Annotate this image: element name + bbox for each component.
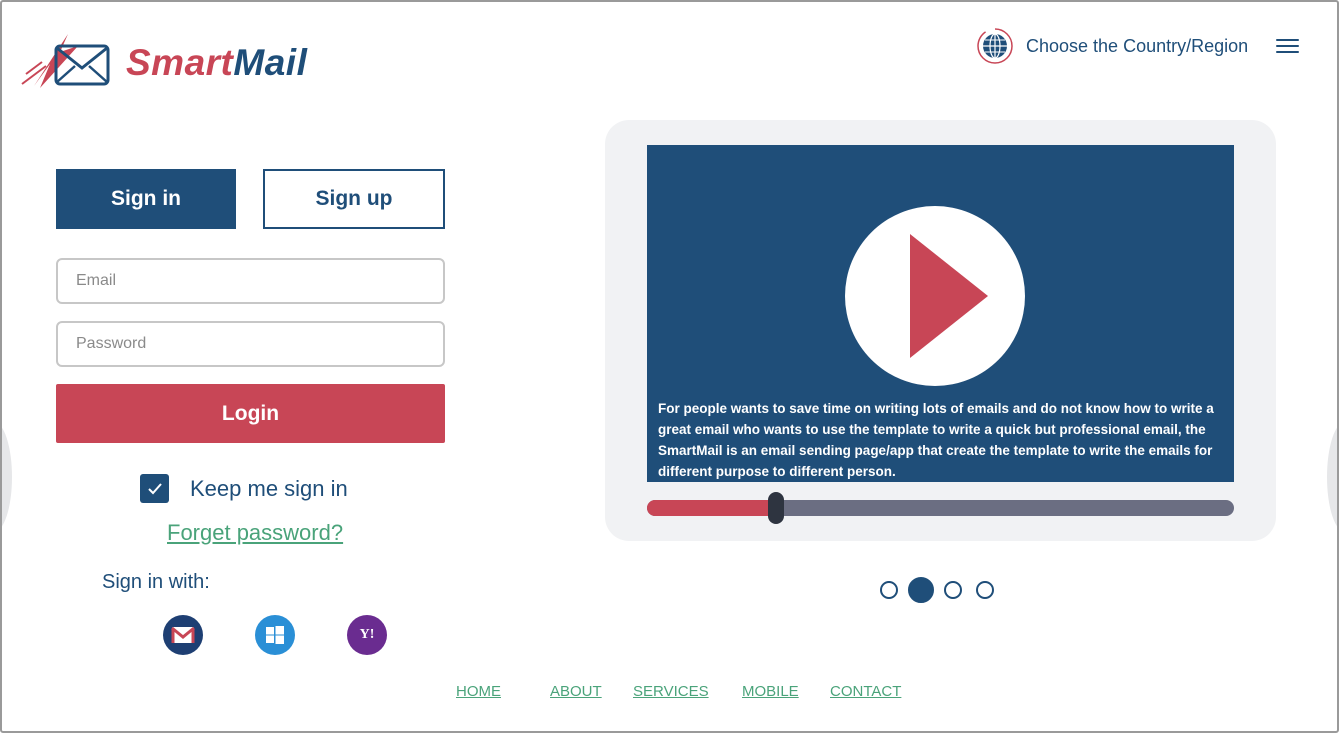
- yahoo-glyph: Y!: [359, 627, 375, 642]
- envelope-lightning-icon: [21, 34, 110, 88]
- globe-icon: [977, 28, 1013, 64]
- logo-text-smart: Smart: [126, 42, 234, 83]
- login-button[interactable]: Login: [56, 384, 445, 443]
- checkbox-checked-icon[interactable]: [140, 474, 169, 503]
- carousel-dot-4[interactable]: [976, 581, 994, 599]
- email-field[interactable]: [56, 258, 445, 304]
- sign-up-tab[interactable]: Sign up: [263, 169, 445, 229]
- sign-in-with-label: Sign in with:: [102, 571, 210, 593]
- logo-text-mail: Mail: [233, 42, 308, 83]
- footer-link-mobile[interactable]: MOBILE: [742, 683, 799, 700]
- windows-icon[interactable]: [255, 615, 295, 655]
- video-scrub-handle[interactable]: [768, 492, 785, 524]
- carousel-dot-1[interactable]: [880, 581, 898, 599]
- region-label: Choose the Country/Region: [1026, 35, 1249, 56]
- carousel-next-edge[interactable]: [1327, 422, 1337, 532]
- footer-link-home[interactable]: HOME: [456, 683, 501, 700]
- hamburger-menu-icon[interactable]: [1276, 37, 1300, 55]
- carousel-dots: [880, 577, 1008, 603]
- play-icon: [910, 234, 988, 358]
- forget-password-link[interactable]: Forget password?: [167, 520, 343, 546]
- smartmail-logo[interactable]: SmartMail: [20, 24, 330, 94]
- footer-link-contact[interactable]: CONTACT: [830, 683, 901, 700]
- page-frame: SmartMail Choose the Country/Region Sign…: [0, 0, 1339, 733]
- logo-wordmark: SmartMail: [126, 42, 307, 84]
- sign-in-tab[interactable]: Sign in: [56, 169, 236, 229]
- video-progress-fill: [647, 500, 777, 516]
- video-caption: For people wants to save time on writing…: [658, 401, 1214, 479]
- footer-link-about[interactable]: ABOUT: [550, 683, 602, 700]
- carousel-dot-3[interactable]: [944, 581, 962, 599]
- keep-signed-in-label: Keep me sign in: [190, 475, 348, 501]
- play-button[interactable]: [845, 206, 1025, 386]
- video-progress-bar[interactable]: [647, 492, 1234, 524]
- yahoo-icon[interactable]: Y!: [347, 615, 387, 655]
- footer-link-services[interactable]: SERVICES: [633, 683, 709, 700]
- gmail-icon[interactable]: [163, 615, 203, 655]
- carousel-prev-edge[interactable]: [2, 422, 12, 532]
- keep-signed-in-checkbox[interactable]: Keep me sign in: [140, 474, 348, 503]
- carousel-dot-2[interactable]: [908, 577, 934, 603]
- region-selector[interactable]: Choose the Country/Region: [976, 26, 1248, 66]
- password-field[interactable]: [56, 321, 445, 367]
